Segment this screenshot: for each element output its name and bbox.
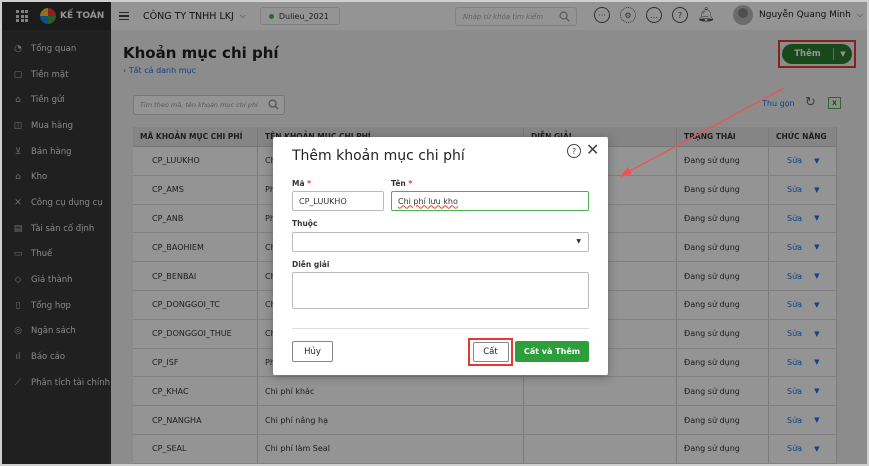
save-button[interactable]: Cất xyxy=(472,342,509,362)
code-field[interactable]: CP_LUUKHO xyxy=(292,191,384,211)
name-field[interactable]: Chi phí lưu kho xyxy=(391,191,589,211)
close-icon[interactable]: ✕ xyxy=(586,140,599,159)
name-label-text: Tên xyxy=(391,179,406,188)
required-mark: * xyxy=(408,179,413,188)
parent-select[interactable]: ▼ xyxy=(292,232,589,252)
divider xyxy=(292,328,589,329)
add-cost-item-dialog: Thêm khoản mục chi phí ? ✕ Mã * CP_LUUKH… xyxy=(273,137,608,375)
save-and-add-button[interactable]: Cất và Thêm xyxy=(515,341,589,362)
cancel-button[interactable]: Hủy xyxy=(292,341,333,362)
code-field-value: CP_LUUKHO xyxy=(299,196,347,206)
code-label-text: Mã xyxy=(292,179,305,188)
save-button-highlight: Cất xyxy=(468,338,513,366)
description-label: Diễn giải xyxy=(292,260,330,269)
help-icon[interactable]: ? xyxy=(567,144,581,158)
name-label: Tên * xyxy=(391,179,412,188)
description-textarea[interactable] xyxy=(292,272,589,309)
dialog-title: Thêm khoản mục chi phí xyxy=(292,148,465,164)
caret-down-icon[interactable]: ▼ xyxy=(576,238,581,245)
parent-label: Thuộc xyxy=(292,219,318,228)
code-label: Mã * xyxy=(292,179,311,188)
required-mark: * xyxy=(307,179,312,188)
name-field-value: Chi phí lưu kho xyxy=(398,196,458,206)
